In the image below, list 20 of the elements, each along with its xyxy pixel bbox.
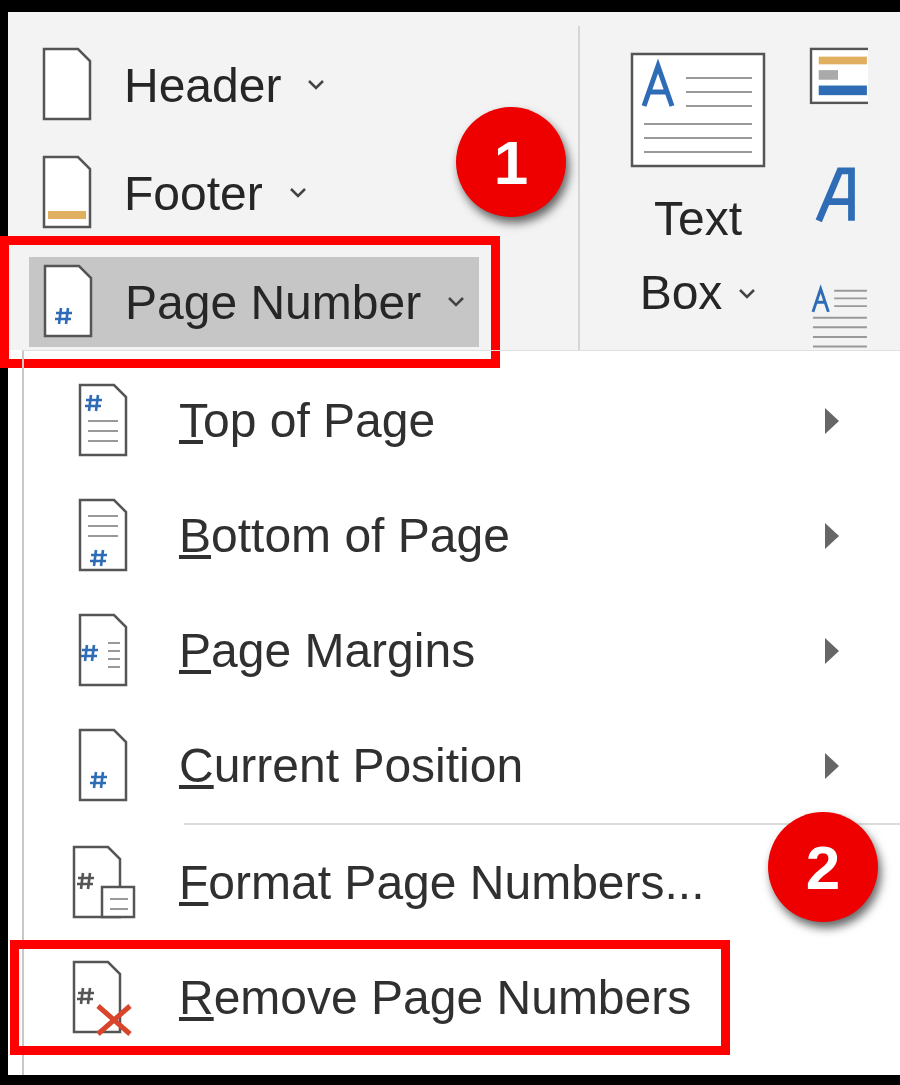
highlighted-menu-item[interactable]: Remove Page Numbers	[10, 940, 731, 1055]
submenu-arrow-icon	[823, 405, 841, 436]
step-badge: 2	[768, 812, 878, 922]
menu-item[interactable]: Page Margins	[10, 593, 900, 708]
text-box-icon	[630, 52, 766, 168]
menu-item[interactable]: Bottom of Page	[10, 478, 900, 593]
quick-parts-icon	[808, 47, 868, 105]
caret-icon	[447, 296, 466, 308]
ribbon-button[interactable]: Footer	[28, 158, 321, 228]
ribbon-button[interactable]: Header	[28, 50, 340, 120]
menu-item[interactable]: Format Page Numbers...	[10, 825, 744, 940]
caret-icon	[738, 287, 757, 300]
submenu-arrow-icon	[823, 750, 841, 781]
menu-item[interactable]: Top of Page	[10, 363, 900, 478]
ribbon-button[interactable]: Page Number	[29, 257, 480, 347]
submenu-arrow-icon	[823, 520, 841, 551]
caret-icon	[288, 187, 307, 199]
text-box-button[interactable]: Text Box	[588, 12, 808, 350]
caret-icon	[307, 79, 326, 91]
submenu-arrow-icon	[823, 635, 841, 666]
